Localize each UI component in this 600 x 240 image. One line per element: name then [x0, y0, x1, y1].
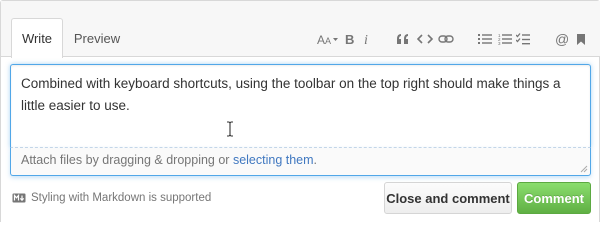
- link-icon[interactable]: [437, 29, 455, 49]
- resize-grip-icon[interactable]: [580, 165, 588, 173]
- comment-form: Write Preview A A B i 1 2 3 @ Combined w…: [0, 0, 600, 222]
- unordered-list-icon[interactable]: [477, 29, 493, 49]
- markdown-icon: [12, 193, 26, 203]
- tab-write[interactable]: Write: [11, 18, 63, 58]
- attach-files-bar[interactable]: Attach files by dragging & dropping or s…: [10, 148, 591, 176]
- italic-icon[interactable]: i: [361, 29, 373, 49]
- comment-textarea[interactable]: Combined with keyboard shortcuts, using …: [10, 64, 591, 148]
- svg-text:i: i: [364, 33, 368, 46]
- svg-text:A: A: [317, 33, 325, 46]
- comment-text: Combined with keyboard shortcuts, using …: [21, 76, 561, 113]
- svg-text:A: A: [325, 36, 331, 46]
- attach-suffix: .: [313, 153, 318, 167]
- svg-text:@: @: [555, 32, 569, 46]
- attach-prefix: Attach files by dragging & dropping or: [21, 153, 233, 167]
- tab-preview[interactable]: Preview: [67, 18, 127, 58]
- task-list-icon[interactable]: [515, 29, 531, 49]
- mention-icon[interactable]: @: [555, 29, 569, 49]
- svg-text:B: B: [345, 32, 354, 46]
- markdown-note[interactable]: Styling with Markdown is supported: [12, 190, 211, 206]
- bookmark-icon[interactable]: [575, 29, 587, 49]
- code-icon[interactable]: [416, 29, 434, 49]
- comment-button[interactable]: Comment: [517, 182, 591, 214]
- tab-bar: Write Preview A A B i 1 2 3 @: [1, 1, 600, 58]
- text-size-icon[interactable]: A A: [317, 29, 339, 49]
- quote-icon[interactable]: [395, 29, 411, 49]
- svg-text:3: 3: [498, 41, 501, 45]
- select-files-link[interactable]: selecting them: [233, 153, 314, 167]
- text-cursor-icon: [227, 121, 233, 137]
- bold-icon[interactable]: B: [343, 29, 357, 49]
- ordered-list-icon[interactable]: 1 2 3: [497, 29, 513, 49]
- close-and-comment-button[interactable]: Close and comment: [384, 182, 512, 214]
- markdown-note-label: Styling with Markdown is supported: [31, 192, 212, 204]
